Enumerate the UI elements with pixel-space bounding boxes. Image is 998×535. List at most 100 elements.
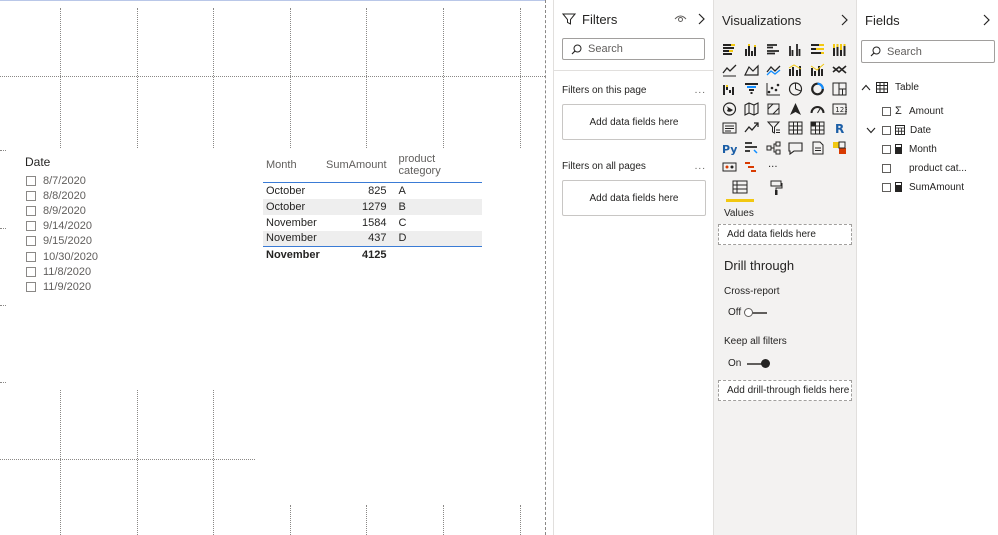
line-stacked-column-icon[interactable] xyxy=(810,63,825,77)
treemap-icon[interactable] xyxy=(832,82,847,96)
scatter-chart-icon[interactable] xyxy=(766,82,781,96)
python-visual-icon[interactable]: Py xyxy=(722,141,737,155)
visual-gridline xyxy=(0,305,6,306)
card-icon[interactable]: 123 xyxy=(832,102,847,116)
gauge-icon[interactable] xyxy=(810,102,825,116)
100pct-bar-chart-icon[interactable] xyxy=(810,43,825,57)
slicer-icon[interactable] xyxy=(766,121,781,135)
area-chart-icon[interactable] xyxy=(744,63,759,77)
filled-map-icon[interactable] xyxy=(744,101,759,116)
keep-filters-toggle[interactable]: On xyxy=(728,358,771,369)
table-row[interactable]: October 1279 B xyxy=(263,198,482,215)
slicer-checkbox[interactable] xyxy=(26,281,36,292)
table-visual-icon[interactable] xyxy=(788,121,803,135)
page-filter-dropzone[interactable]: Add data fields here xyxy=(562,104,706,140)
stacked-bar-chart-icon[interactable] xyxy=(722,43,737,57)
ribbon-chart-icon[interactable] xyxy=(832,63,847,77)
slicer-item[interactable]: 11/9/2020 xyxy=(26,279,162,294)
table-row[interactable]: November 437 D xyxy=(263,230,482,247)
clustered-bar-chart-icon[interactable] xyxy=(766,43,781,57)
values-dropzone[interactable]: Add data fields here xyxy=(718,224,852,245)
slicer-item[interactable]: 8/8/2020 xyxy=(26,188,162,203)
pie-chart-icon[interactable] xyxy=(788,82,803,96)
slicer-item[interactable]: 9/15/2020 xyxy=(26,234,162,249)
table-row[interactable]: November 1584 C xyxy=(263,215,482,231)
format-tab[interactable] xyxy=(760,178,792,202)
canvas-top-border xyxy=(0,0,545,1)
column-header-sumamount[interactable]: SumAmount xyxy=(323,151,390,183)
table-visual[interactable]: Month SumAmount product category October… xyxy=(263,151,483,263)
cross-report-toggle[interactable]: Off xyxy=(728,307,768,318)
gantt-icon[interactable] xyxy=(744,160,759,174)
slicer-checkbox[interactable] xyxy=(26,190,36,201)
collapse-viz-icon[interactable] xyxy=(840,14,848,26)
field-checkbox[interactable] xyxy=(882,163,891,173)
multi-row-card-icon[interactable] xyxy=(722,121,737,135)
qa-visual-icon[interactable] xyxy=(788,141,803,155)
filters-search-input[interactable]: Search xyxy=(562,38,705,60)
field-checkbox[interactable] xyxy=(882,182,891,192)
waterfall-chart-icon[interactable] xyxy=(722,82,737,96)
matrix-icon[interactable] xyxy=(810,121,825,135)
funnel-chart-icon[interactable] xyxy=(744,82,759,96)
more-visuals-icon[interactable]: ··· xyxy=(766,160,781,174)
azure-map-icon[interactable] xyxy=(788,102,803,116)
power-automate-icon[interactable] xyxy=(722,160,737,174)
key-influencers-icon-glyph xyxy=(745,141,758,154)
gantt-icon-glyph xyxy=(745,162,756,172)
fields-well-icon xyxy=(732,180,748,197)
slicer-item[interactable]: 8/7/2020 xyxy=(26,173,162,188)
slicer-item[interactable]: 8/9/2020 xyxy=(26,203,162,218)
fields-search-input[interactable]: Search xyxy=(861,40,995,63)
decomposition-tree-icon[interactable] xyxy=(766,141,781,155)
line-clustered-column-icon[interactable] xyxy=(788,63,803,77)
field-amount[interactable]: Σ Amount xyxy=(882,103,943,119)
visual-gridline xyxy=(0,459,255,460)
field-checkbox[interactable] xyxy=(882,106,891,116)
table-row[interactable]: October 825 A xyxy=(263,183,482,199)
field-checkbox[interactable] xyxy=(882,125,891,135)
all-pages-filter-dropzone[interactable]: Add data fields here xyxy=(562,180,706,216)
field-product-category[interactable]: product cat... xyxy=(882,160,967,176)
map-icon[interactable] xyxy=(722,101,737,116)
slicer-checkbox[interactable] xyxy=(26,266,36,277)
slicer-item[interactable]: 10/30/2020 xyxy=(26,249,162,264)
slicer-item[interactable]: 9/14/2020 xyxy=(26,219,162,234)
field-sumamount[interactable]: SumAmount xyxy=(882,179,964,195)
slicer-checkbox[interactable] xyxy=(26,205,36,216)
donut-chart-icon[interactable] xyxy=(810,82,825,96)
r-visual-icon[interactable]: R xyxy=(832,121,847,135)
table-node[interactable]: Table xyxy=(861,79,919,95)
line-chart-icon[interactable] xyxy=(722,63,737,77)
chevron-up-icon[interactable] xyxy=(861,84,871,91)
slicer-item[interactable]: 11/8/2020 xyxy=(26,264,162,279)
field-checkbox[interactable] xyxy=(882,144,891,154)
date-slicer[interactable]: Date 8/7/2020 8/8/2020 8/9/2020 9/14/2020 9/… xyxy=(22,155,162,295)
more-options-icon[interactable]: ... xyxy=(695,85,706,96)
100pct-column-chart-icon[interactable] xyxy=(832,43,847,57)
paginated-report-icon[interactable] xyxy=(810,141,825,155)
more-options-icon[interactable]: ... xyxy=(695,161,706,172)
collapse-filters-icon[interactable] xyxy=(697,13,705,25)
eye-icon[interactable] xyxy=(674,14,687,24)
slicer-checkbox[interactable] xyxy=(26,175,36,186)
field-date[interactable]: Date xyxy=(866,122,931,138)
kpi-icon[interactable] xyxy=(744,121,759,135)
report-canvas[interactable]: Date 8/7/2020 8/8/2020 8/9/2020 9/14/2020 9/… xyxy=(0,0,545,535)
field-month[interactable]: Month xyxy=(882,141,937,157)
power-apps-icon[interactable] xyxy=(832,141,847,155)
slicer-checkbox[interactable] xyxy=(26,221,36,232)
slicer-checkbox[interactable] xyxy=(26,236,36,247)
stacked-column-chart-icon[interactable] xyxy=(744,43,759,57)
clustered-column-chart-icon[interactable] xyxy=(788,43,803,57)
fields-tab[interactable] xyxy=(724,178,756,202)
collapse-fields-icon[interactable] xyxy=(982,14,990,26)
chevron-down-icon[interactable] xyxy=(866,127,876,134)
drill-through-dropzone[interactable]: Add drill-through fields here xyxy=(718,380,852,401)
stacked-area-chart-icon[interactable] xyxy=(766,63,781,77)
slicer-checkbox[interactable] xyxy=(26,251,36,262)
column-header-month[interactable]: Month xyxy=(263,151,323,183)
shape-map-icon[interactable] xyxy=(766,102,781,116)
key-influencers-icon[interactable] xyxy=(744,141,759,155)
column-header-product-category[interactable]: product category xyxy=(390,151,482,183)
